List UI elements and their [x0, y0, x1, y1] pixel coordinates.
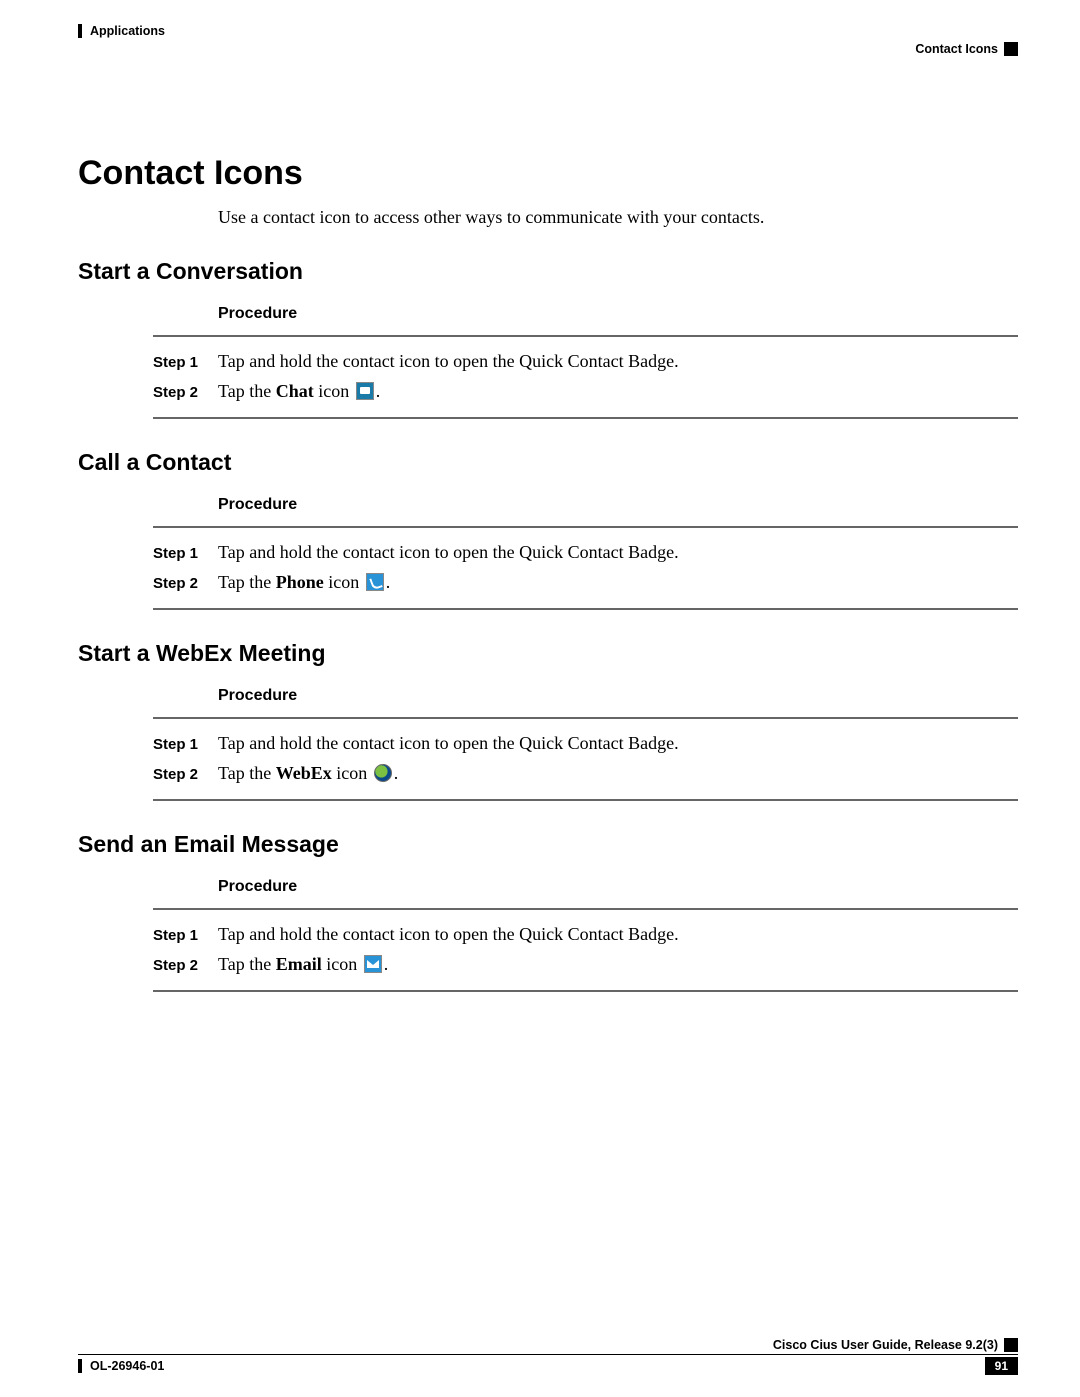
header-section: Contact Icons — [915, 42, 1018, 56]
procedure-label: Procedure — [218, 496, 1018, 514]
divider — [153, 608, 1018, 610]
step-row: Step 1Tap and hold the contact icon to o… — [153, 729, 1018, 759]
section-heading: Start a Conversation — [78, 258, 1018, 285]
section-heading: Send an Email Message — [78, 831, 1018, 858]
header-chapter-text: Applications — [90, 24, 165, 38]
step-text: Tap and hold the contact icon to open th… — [218, 347, 1018, 375]
divider — [153, 799, 1018, 801]
step-tail: . — [394, 763, 399, 783]
step-row: Step 1Tap and hold the contact icon to o… — [153, 920, 1018, 950]
step-suffix: icon — [314, 381, 354, 401]
footer-bottom-row: OL-26946-01 91 — [78, 1355, 1018, 1375]
step-tail: . — [386, 572, 391, 592]
step-prefix: Tap the — [218, 954, 276, 974]
step-label: Step 2 — [153, 950, 218, 980]
step-row: Step 2Tap the Chat icon . — [153, 377, 1018, 407]
section-heading: Start a WebEx Meeting — [78, 640, 1018, 667]
step-row: Step 1Tap and hold the contact icon to o… — [153, 538, 1018, 568]
intro-text: Use a contact icon to access other ways … — [218, 207, 1018, 228]
divider — [153, 908, 1018, 910]
webex-icon — [374, 764, 392, 782]
step-label: Step 1 — [153, 538, 218, 568]
page-title: Contact Icons — [78, 154, 1018, 193]
step-text: Tap and hold the contact icon to open th… — [218, 538, 1018, 566]
header-section-text: Contact Icons — [915, 42, 998, 56]
step-suffix: icon — [324, 572, 364, 592]
footer-box-icon — [1004, 1338, 1018, 1352]
footer-bar-icon — [78, 1359, 82, 1373]
procedure-label: Procedure — [218, 878, 1018, 896]
page-header: Applications Contact Icons — [78, 24, 1018, 64]
step-label: Step 1 — [153, 920, 218, 950]
step-suffix: icon — [322, 954, 362, 974]
header-box-icon — [1004, 42, 1018, 56]
step-row: Step 2Tap the WebEx icon . — [153, 759, 1018, 789]
main-content: Contact Icons Use a contact icon to acce… — [78, 154, 1018, 992]
step-text: Tap the Email icon . — [218, 950, 1018, 978]
step-bold: Email — [276, 954, 322, 974]
step-text: Tap and hold the contact icon to open th… — [218, 729, 1018, 757]
step-row: Step 1Tap and hold the contact icon to o… — [153, 347, 1018, 377]
footer-guide-text: Cisco Cius User Guide, Release 9.2(3) — [773, 1338, 998, 1352]
header-chapter: Applications — [78, 24, 165, 38]
footer-page: 91 — [985, 1357, 1018, 1375]
step-prefix: Tap the — [218, 572, 276, 592]
divider — [153, 717, 1018, 719]
page-number: 91 — [985, 1357, 1018, 1375]
footer-docnum: OL-26946-01 — [78, 1359, 164, 1373]
divider — [153, 417, 1018, 419]
step-bold: Chat — [276, 381, 314, 401]
step-prefix: Tap the — [218, 763, 276, 783]
step-prefix: Tap the — [218, 381, 276, 401]
step-text: Tap the WebEx icon . — [218, 759, 1018, 787]
step-bold: Phone — [276, 572, 324, 592]
step-suffix: icon — [332, 763, 372, 783]
step-label: Step 1 — [153, 729, 218, 759]
step-label: Step 1 — [153, 347, 218, 377]
divider — [153, 990, 1018, 992]
phone-icon — [366, 573, 384, 591]
step-tail: . — [384, 954, 389, 974]
step-tail: . — [376, 381, 381, 401]
divider — [153, 526, 1018, 528]
step-label: Step 2 — [153, 568, 218, 598]
procedure-label: Procedure — [218, 305, 1018, 323]
divider — [153, 335, 1018, 337]
step-bold: WebEx — [276, 763, 332, 783]
chat-icon — [356, 382, 374, 400]
header-bar-icon — [78, 24, 82, 38]
section-heading: Call a Contact — [78, 449, 1018, 476]
step-row: Step 2Tap the Email icon . — [153, 950, 1018, 980]
step-label: Step 2 — [153, 759, 218, 789]
step-text: Tap the Phone icon . — [218, 568, 1018, 596]
page-footer: Cisco Cius User Guide, Release 9.2(3) OL… — [78, 1338, 1018, 1375]
footer-docnum-text: OL-26946-01 — [90, 1359, 164, 1373]
step-text: Tap the Chat icon . — [218, 377, 1018, 405]
email-icon — [364, 955, 382, 973]
footer-guide-row: Cisco Cius User Guide, Release 9.2(3) — [78, 1338, 1018, 1355]
step-text: Tap and hold the contact icon to open th… — [218, 920, 1018, 948]
step-row: Step 2Tap the Phone icon . — [153, 568, 1018, 598]
procedure-label: Procedure — [218, 687, 1018, 705]
step-label: Step 2 — [153, 377, 218, 407]
